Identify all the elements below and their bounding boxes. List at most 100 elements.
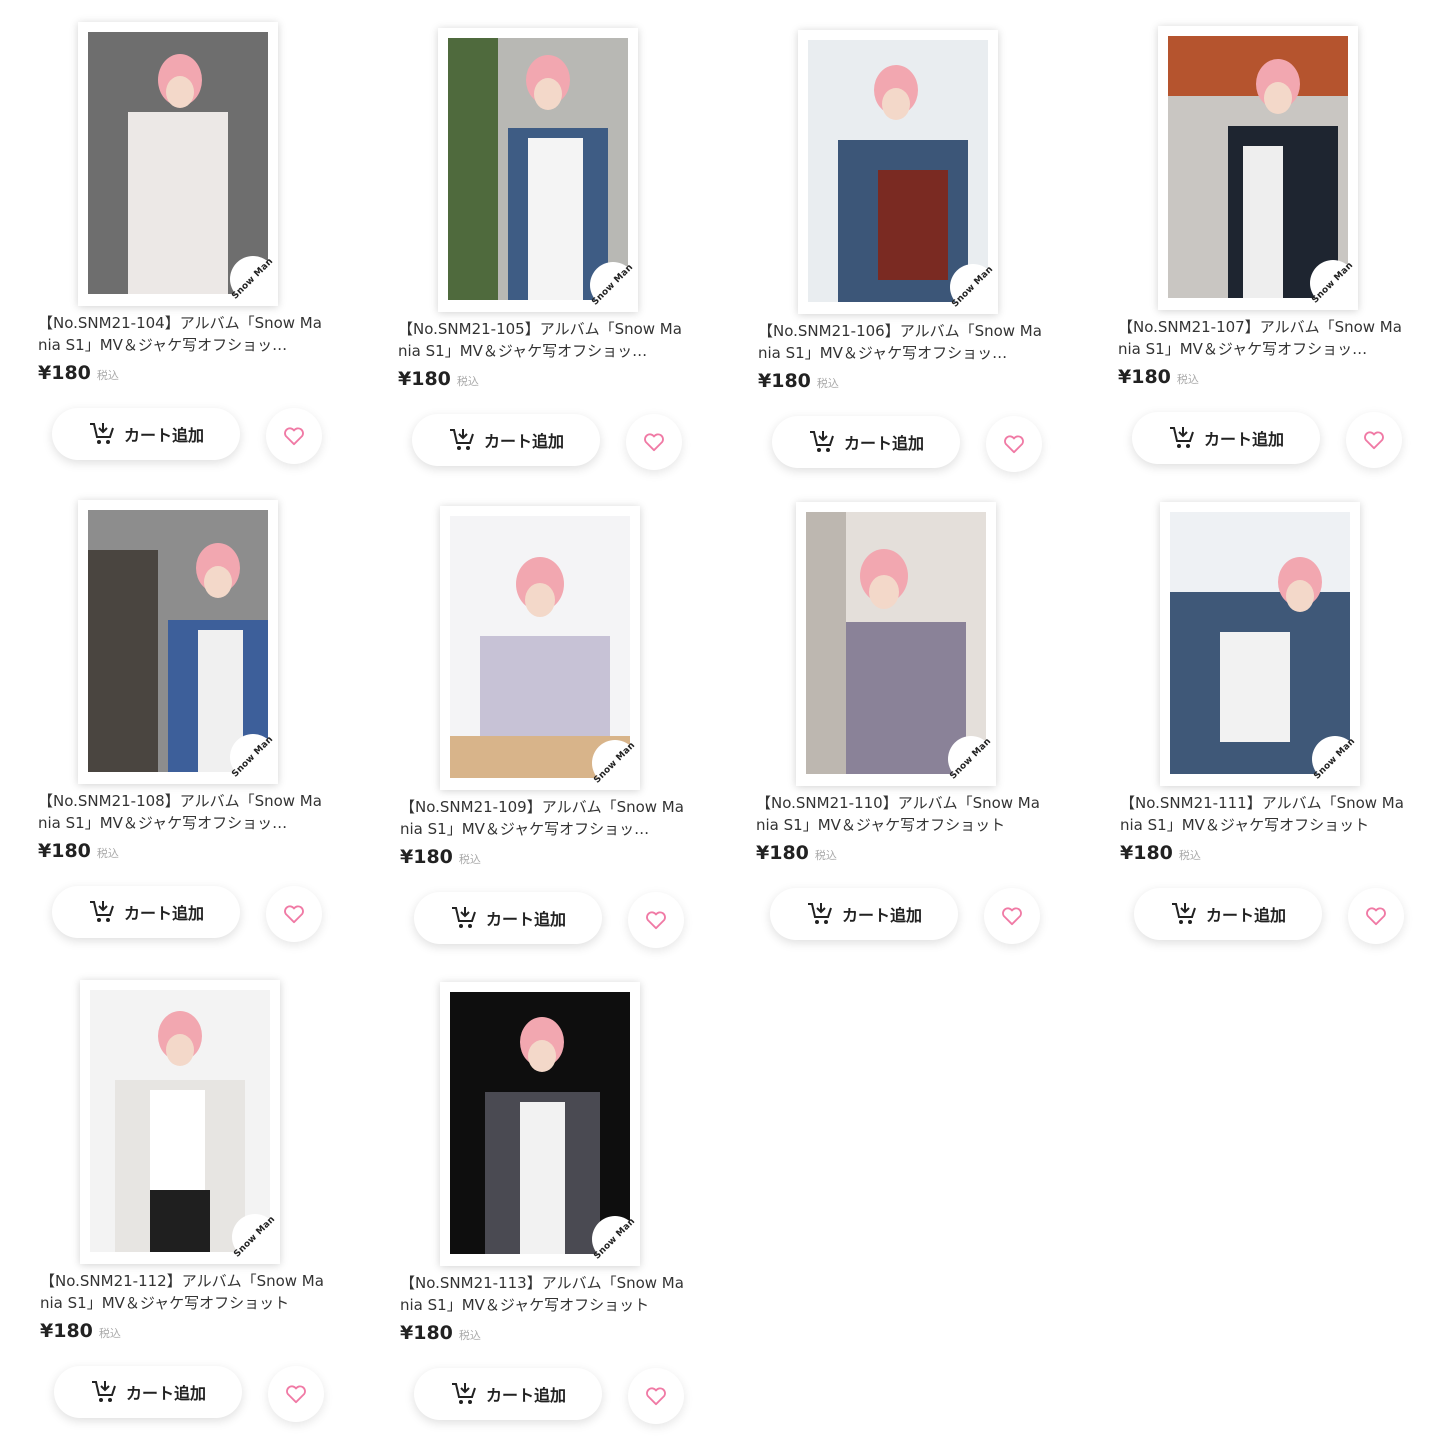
- cart-add-icon: [450, 1381, 478, 1407]
- cart-add-icon: [1168, 425, 1196, 451]
- brand-logo: Snow Man: [1310, 260, 1356, 306]
- add-to-cart-label: カート追加: [841, 906, 922, 925]
- cart-add-icon: [806, 901, 834, 927]
- tax-label: 税込: [96, 847, 119, 860]
- add-to-cart-button[interactable]: カート追加: [414, 1368, 602, 1420]
- product-card: Snow Man 【No.SNM21-108】アルバム「Snow Mania S…: [0, 490, 360, 960]
- product-price: ¥180 税込: [38, 362, 119, 384]
- product-card: Snow Man 【No.SNM21-111】アルバム「Snow Mania S…: [1082, 492, 1440, 962]
- product-photo[interactable]: Snow Man: [80, 980, 280, 1264]
- brand-logo: Snow Man: [230, 256, 276, 302]
- product-photo[interactable]: Snow Man: [798, 30, 998, 314]
- favorite-button[interactable]: [268, 1366, 324, 1422]
- product-grid: Snow Man 【No.SNM21-104】アルバム「Snow Mania S…: [0, 0, 1440, 1440]
- add-to-cart-label: カート追加: [485, 910, 566, 929]
- product-price: ¥180 税込: [400, 1322, 481, 1344]
- add-to-cart-button[interactable]: カート追加: [772, 416, 960, 468]
- add-to-cart-button[interactable]: カート追加: [414, 892, 602, 944]
- product-card: Snow Man 【No.SNM21-110】アルバム「Snow Mania S…: [718, 492, 1078, 962]
- product-card: Snow Man 【No.SNM21-109】アルバム「Snow Mania S…: [362, 496, 722, 966]
- product-image: [1168, 36, 1348, 298]
- add-to-cart-button[interactable]: カート追加: [54, 1366, 242, 1418]
- product-title[interactable]: 【No.SNM21-110】アルバム「Snow Mania S1」MV＆ジャケ写…: [756, 792, 1046, 836]
- favorite-button[interactable]: [626, 414, 682, 470]
- favorite-button[interactable]: [1348, 888, 1404, 944]
- product-title[interactable]: 【No.SNM21-105】アルバム「Snow Mania S1」MV＆ジャケ写…: [398, 318, 688, 362]
- product-card: Snow Man 【No.SNM21-112】アルバム「Snow Mania S…: [2, 970, 362, 1440]
- add-to-cart-button[interactable]: カート追加: [52, 408, 240, 460]
- product-photo[interactable]: Snow Man: [440, 982, 640, 1266]
- product-photo[interactable]: Snow Man: [1158, 26, 1358, 310]
- product-photo[interactable]: Snow Man: [1160, 502, 1360, 786]
- brand-logo: Snow Man: [592, 1216, 638, 1262]
- add-to-cart-button[interactable]: カート追加: [770, 888, 958, 940]
- product-photo[interactable]: Snow Man: [78, 500, 278, 784]
- add-to-cart-label: カート追加: [485, 1386, 566, 1405]
- cart-add-icon: [88, 899, 116, 925]
- tax-label: 税込: [458, 853, 481, 866]
- cart-add-icon: [90, 1379, 118, 1405]
- product-price: ¥180 税込: [1120, 842, 1201, 864]
- heart-outline-icon: [285, 1384, 307, 1404]
- product-image: [88, 510, 268, 772]
- tax-label: 税込: [1178, 849, 1201, 862]
- brand-logo: Snow Man: [948, 736, 994, 782]
- product-card: Snow Man 【No.SNM21-107】アルバム「Snow Mania S…: [1080, 16, 1440, 486]
- favorite-button[interactable]: [628, 892, 684, 948]
- product-title[interactable]: 【No.SNM21-108】アルバム「Snow Mania S1」MV＆ジャケ写…: [38, 790, 328, 834]
- favorite-button[interactable]: [628, 1368, 684, 1424]
- heart-outline-icon: [643, 432, 665, 452]
- product-image: [450, 992, 630, 1254]
- product-card: Snow Man 【No.SNM21-104】アルバム「Snow Mania S…: [0, 12, 360, 482]
- heart-outline-icon: [1363, 430, 1385, 450]
- heart-outline-icon: [645, 1386, 667, 1406]
- product-photo[interactable]: Snow Man: [796, 502, 996, 786]
- product-title[interactable]: 【No.SNM21-112】アルバム「Snow Mania S1」MV＆ジャケ写…: [40, 1270, 330, 1314]
- add-to-cart-label: カート追加: [1203, 430, 1284, 449]
- favorite-button[interactable]: [266, 408, 322, 464]
- add-to-cart-button[interactable]: カート追加: [52, 886, 240, 938]
- product-image: [448, 38, 628, 300]
- tax-label: 税込: [96, 369, 119, 382]
- product-image: [88, 32, 268, 294]
- product-price: ¥180 税込: [400, 846, 481, 868]
- product-title[interactable]: 【No.SNM21-109】アルバム「Snow Mania S1」MV＆ジャケ写…: [400, 796, 690, 840]
- add-to-cart-button[interactable]: カート追加: [1134, 888, 1322, 940]
- product-image: [90, 990, 270, 1252]
- product-price: ¥180 税込: [38, 840, 119, 862]
- tax-label: 税込: [816, 377, 839, 390]
- favorite-button[interactable]: [984, 888, 1040, 944]
- product-title[interactable]: 【No.SNM21-111】アルバム「Snow Mania S1」MV＆ジャケ写…: [1120, 792, 1410, 836]
- heart-outline-icon: [283, 426, 305, 446]
- product-title[interactable]: 【No.SNM21-104】アルバム「Snow Mania S1」MV＆ジャケ写…: [38, 312, 328, 356]
- add-to-cart-button[interactable]: カート追加: [1132, 412, 1320, 464]
- product-card: Snow Man 【No.SNM21-113】アルバム「Snow Mania S…: [362, 972, 722, 1442]
- product-price: ¥180 税込: [758, 370, 839, 392]
- add-to-cart-label: カート追加: [843, 434, 924, 453]
- product-title[interactable]: 【No.SNM21-113】アルバム「Snow Mania S1」MV＆ジャケ写…: [400, 1272, 690, 1316]
- add-to-cart-label: カート追加: [1205, 906, 1286, 925]
- add-to-cart-label: カート追加: [483, 432, 564, 451]
- heart-outline-icon: [645, 910, 667, 930]
- product-photo[interactable]: Snow Man: [438, 28, 638, 312]
- cart-add-icon: [808, 429, 836, 455]
- tax-label: 税込: [456, 375, 479, 388]
- cart-add-icon: [450, 905, 478, 931]
- favorite-button[interactable]: [1346, 412, 1402, 468]
- product-title[interactable]: 【No.SNM21-106】アルバム「Snow Mania S1」MV＆ジャケ写…: [758, 320, 1048, 364]
- product-photo[interactable]: Snow Man: [440, 506, 640, 790]
- product-card: Snow Man 【No.SNM21-105】アルバム「Snow Mania S…: [360, 18, 720, 488]
- add-to-cart-button[interactable]: カート追加: [412, 414, 600, 466]
- product-title[interactable]: 【No.SNM21-107】アルバム「Snow Mania S1」MV＆ジャケ写…: [1118, 316, 1408, 360]
- cart-add-icon: [448, 427, 476, 453]
- cart-add-icon: [88, 421, 116, 447]
- product-card: Snow Man 【No.SNM21-106】アルバム「Snow Mania S…: [720, 20, 1080, 490]
- favorite-button[interactable]: [986, 416, 1042, 472]
- product-image: [1170, 512, 1350, 774]
- add-to-cart-label: カート追加: [123, 426, 204, 445]
- tax-label: 税込: [98, 1327, 121, 1340]
- favorite-button[interactable]: [266, 886, 322, 942]
- brand-logo: Snow Man: [950, 264, 996, 310]
- product-photo[interactable]: Snow Man: [78, 22, 278, 306]
- product-price: ¥180 税込: [40, 1320, 121, 1342]
